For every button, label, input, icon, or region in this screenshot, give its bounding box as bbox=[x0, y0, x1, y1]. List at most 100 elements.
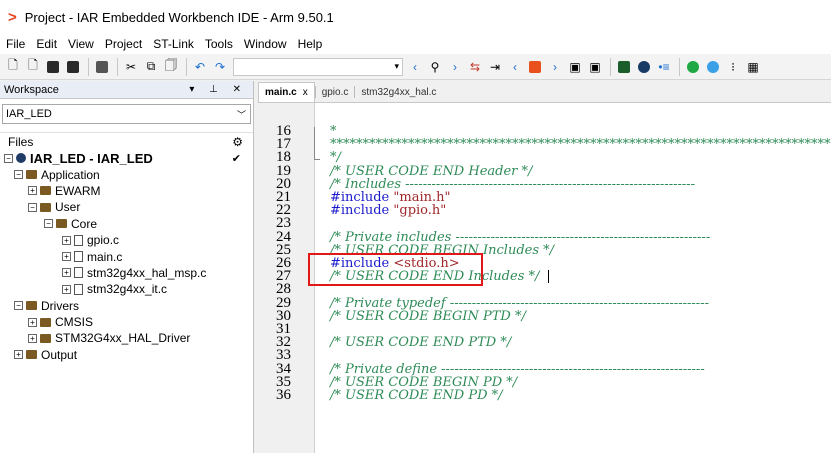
tree-folder[interactable]: − Core bbox=[0, 216, 253, 232]
code-line[interactable]: 20/* Includes --------------------------… bbox=[258, 176, 831, 191]
download-debug-icon[interactable] bbox=[684, 58, 702, 76]
save-icon[interactable] bbox=[64, 58, 82, 76]
code-line[interactable]: 22 #include "gpio.h" bbox=[258, 203, 831, 218]
menu-tools[interactable]: Tools bbox=[205, 37, 233, 51]
code-line[interactable]: 24/* Private includes ------------------… bbox=[258, 229, 831, 244]
code-line[interactable]: 19/* USER CODE END Header */ bbox=[258, 163, 831, 178]
paste-icon[interactable]: 🗍 bbox=[162, 58, 180, 76]
find-icon[interactable]: ⚲ bbox=[426, 58, 444, 76]
toolbar-overflow-icon[interactable]: ⁝ bbox=[724, 58, 742, 76]
tree-folder[interactable]: − User bbox=[0, 199, 253, 215]
code-line[interactable]: 18 */ bbox=[258, 150, 831, 165]
collapse-icon[interactable]: − bbox=[4, 153, 13, 163]
code-text: * bbox=[330, 125, 337, 138]
chevron-down-icon[interactable]: ﹀ bbox=[237, 108, 246, 121]
extra-tool-icon[interactable]: ▦ bbox=[744, 58, 762, 76]
expand-icon[interactable]: + bbox=[62, 268, 71, 278]
new-file-icon[interactable]: 🗋 bbox=[4, 58, 22, 76]
expand-icon[interactable]: + bbox=[62, 235, 71, 245]
expand-icon[interactable]: + bbox=[14, 350, 23, 360]
tree-folder[interactable]: + STM32G4xx_HAL_Driver bbox=[0, 330, 253, 346]
code-line[interactable]: 21 #include "main.h" bbox=[258, 190, 831, 205]
tab-stm32g4xx-hal-c[interactable]: stm32g4xx_hal.c bbox=[355, 82, 442, 102]
collapse-icon[interactable]: − bbox=[28, 202, 37, 212]
find-combo[interactable]: ▾ bbox=[233, 57, 403, 76]
debug-without-download-icon[interactable] bbox=[704, 58, 722, 76]
gear-icon[interactable]: ⚙ bbox=[232, 135, 243, 149]
editor-tabs: main.c x gpio.c stm32g4xx_hal.c bbox=[258, 81, 831, 103]
menu-file[interactable]: File bbox=[6, 37, 25, 51]
collapse-icon[interactable]: − bbox=[14, 170, 23, 180]
expand-icon[interactable]: + bbox=[28, 186, 37, 196]
code-line[interactable]: 29/* Private typedef -------------------… bbox=[258, 295, 831, 310]
replace-icon[interactable]: ⇆ bbox=[466, 58, 484, 76]
close-tab-icon[interactable]: x bbox=[303, 87, 308, 98]
workspace-window-controls[interactable]: ▾ ⊥ ✕ bbox=[189, 84, 247, 95]
tab-gpio-c[interactable]: gpio.c bbox=[316, 82, 355, 102]
expand-icon[interactable]: + bbox=[28, 333, 37, 343]
find-next-icon[interactable]: › bbox=[446, 58, 464, 76]
code-line[interactable]: 35/* USER CODE BEGIN PD */ bbox=[258, 374, 831, 389]
tree-file[interactable]: + main.c bbox=[0, 248, 253, 264]
code-line[interactable]: 17 **************************************… bbox=[258, 137, 831, 152]
menu-view[interactable]: View bbox=[68, 37, 94, 51]
code-text: */ bbox=[330, 151, 341, 164]
cut-icon[interactable]: ✂ bbox=[122, 58, 140, 76]
new-doc-icon[interactable]: 🗋 bbox=[24, 58, 42, 76]
text-cursor bbox=[548, 270, 549, 284]
open-icon[interactable] bbox=[44, 58, 62, 76]
tree-folder[interactable]: + Output bbox=[0, 347, 253, 363]
code-line[interactable]: 33 bbox=[258, 348, 831, 363]
code-text: /* USER CODE END PD */ bbox=[330, 389, 503, 402]
stop-build-icon[interactable] bbox=[635, 58, 653, 76]
navigate-forward-icon[interactable]: › bbox=[546, 58, 564, 76]
menu-help[interactable]: Help bbox=[298, 37, 323, 51]
navigate-back-icon[interactable]: ‹ bbox=[506, 58, 524, 76]
collapse-icon[interactable]: − bbox=[14, 301, 23, 311]
tab-main-c[interactable]: main.c x bbox=[258, 82, 315, 102]
go-to-icon[interactable]: ⇥ bbox=[486, 58, 504, 76]
configuration-select[interactable]: IAR_LED ﹀ bbox=[2, 104, 251, 124]
tab-label: main.c bbox=[265, 87, 297, 98]
find-previous-icon[interactable]: ‹ bbox=[406, 58, 424, 76]
compile-icon[interactable]: ▣ bbox=[566, 58, 584, 76]
code-line[interactable]: 34/* Private define --------------------… bbox=[258, 361, 831, 376]
expand-icon[interactable]: + bbox=[62, 252, 71, 262]
bookmark-icon[interactable] bbox=[526, 58, 544, 76]
tree-file[interactable]: + stm32g4xx_hal_msp.c bbox=[0, 265, 253, 281]
code-text: /* USER CODE BEGIN PD */ bbox=[330, 376, 517, 389]
tree-folder[interactable]: + EWARM bbox=[0, 183, 253, 199]
collapse-icon[interactable]: − bbox=[44, 219, 53, 229]
code-line[interactable]: 23 bbox=[258, 216, 831, 231]
undo-icon[interactable]: ↶ bbox=[191, 58, 209, 76]
make-icon[interactable]: ▣ bbox=[586, 58, 604, 76]
build-icon[interactable] bbox=[615, 58, 633, 76]
tree-folder[interactable]: − Drivers bbox=[0, 298, 253, 314]
menu-stlink[interactable]: ST-Link bbox=[153, 37, 194, 51]
tree-project[interactable]: − IAR_LED - IAR_LED ✔ bbox=[0, 150, 253, 166]
expand-icon[interactable]: + bbox=[28, 317, 37, 327]
menu-edit[interactable]: Edit bbox=[36, 37, 57, 51]
workspace-panel: Workspace ▾ ⊥ ✕ IAR_LED ﹀ Files ⚙ − IAR_L… bbox=[0, 81, 254, 453]
expand-icon[interactable]: + bbox=[62, 284, 71, 294]
breakpoint-icon[interactable]: •≡ bbox=[655, 58, 673, 76]
print-icon[interactable] bbox=[93, 58, 111, 76]
code-text: /* Private includes --------------------… bbox=[330, 231, 710, 244]
menu-project[interactable]: Project bbox=[105, 37, 142, 51]
code-line[interactable]: 31 bbox=[258, 322, 831, 337]
tree-item-label: Core bbox=[71, 216, 98, 231]
folder-icon bbox=[26, 350, 37, 360]
code-line[interactable]: 16 * bbox=[258, 124, 831, 139]
code-line[interactable]: 36 /* USER CODE END PD */ bbox=[258, 388, 831, 403]
fold-bracket[interactable] bbox=[314, 127, 315, 160]
tree-file[interactable]: + stm32g4xx_it.c bbox=[0, 281, 253, 297]
copy-icon[interactable]: ⧉ bbox=[142, 58, 160, 76]
redo-icon[interactable]: ↷ bbox=[211, 58, 229, 76]
tree-folder[interactable]: + CMSIS bbox=[0, 314, 253, 330]
code-line[interactable]: 30/* USER CODE BEGIN PTD */ bbox=[258, 308, 831, 323]
menu-window[interactable]: Window bbox=[244, 37, 287, 51]
code-area[interactable]: 16 * 17 ***********************************… bbox=[258, 124, 831, 453]
code-line[interactable]: 32/* USER CODE END PTD */ bbox=[258, 335, 831, 350]
tree-folder[interactable]: − Application bbox=[0, 166, 253, 182]
tree-file[interactable]: + gpio.c bbox=[0, 232, 253, 248]
